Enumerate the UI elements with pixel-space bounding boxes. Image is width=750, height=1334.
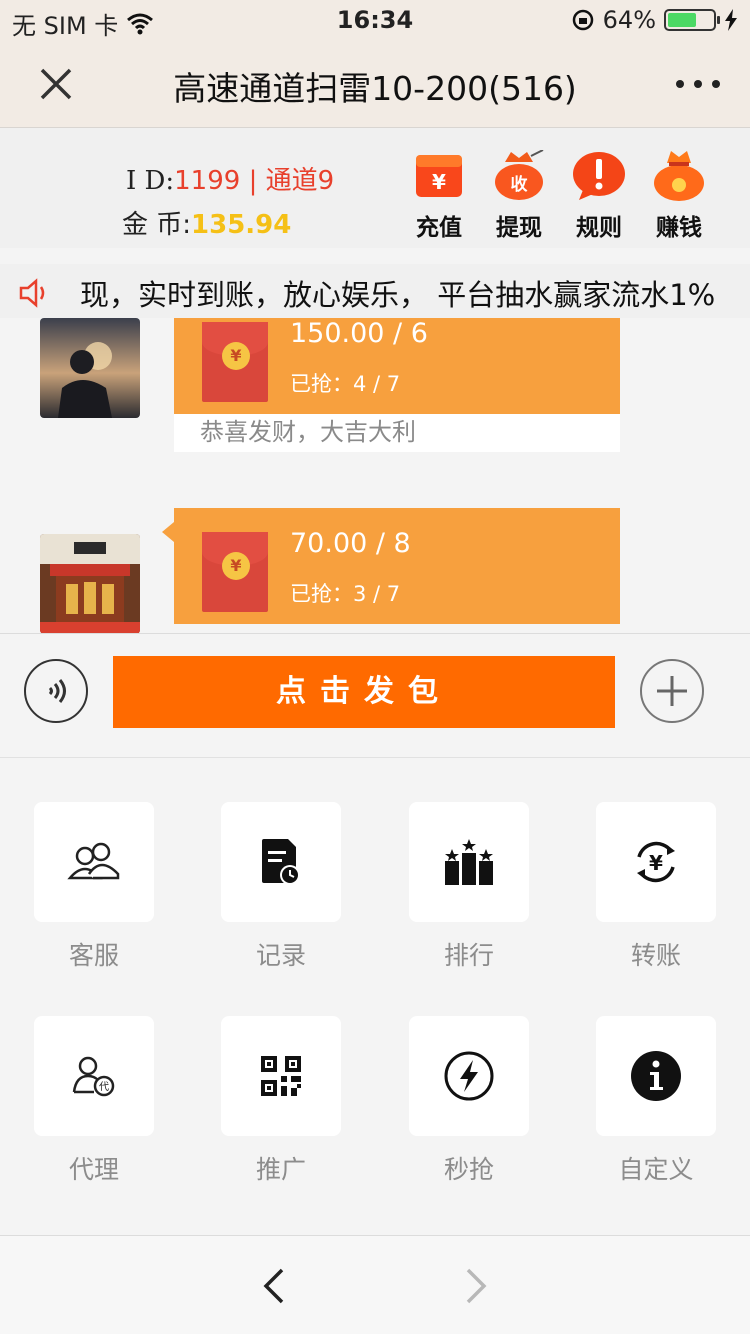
yuan-coin-icon: ¥: [222, 342, 250, 370]
forward-button[interactable]: [456, 1264, 496, 1308]
recharge-label: 充值: [416, 215, 462, 241]
charging-icon: [725, 9, 737, 31]
record-icon: [262, 839, 300, 885]
transfer-icon: ¥: [637, 841, 675, 883]
red-packet-bubble[interactable]: ¥ 150.00 / 6 已抢：4 / 7 恭喜发财，大吉大利: [174, 318, 620, 452]
tile-label: 记录: [255, 941, 306, 970]
earn-label: 赚钱: [656, 215, 702, 241]
flash-icon: [444, 1051, 494, 1101]
plus-icon: [657, 676, 687, 706]
more-dot: [712, 80, 720, 88]
packet-amount: 150.00 / 6: [290, 318, 428, 349]
yuan-coin-icon: ¥: [222, 552, 250, 580]
customer-service-icon: [67, 842, 120, 880]
earn-icon: [651, 148, 707, 204]
svg-text:代: 代: [99, 1081, 109, 1093]
more-button[interactable]: [676, 64, 720, 104]
plus-button[interactable]: [640, 659, 704, 723]
nav-bar: 高速通道扫雷10-200(516): [0, 40, 750, 128]
recharge-icon: ¥: [411, 148, 467, 204]
transfer-button[interactable]: ¥ 转账: [596, 802, 716, 972]
flash-grab-button[interactable]: 秒抢: [409, 1016, 529, 1186]
red-packet-bubble[interactable]: ¥ 70.00 / 8 已抢：3 / 7: [162, 508, 620, 624]
account-header: I D:1199 | 通道9 金 币:135.94 ¥ 充值 收 提现 规则 赚…: [0, 128, 750, 248]
packet-grabbed: 已抢：4 / 7: [290, 372, 401, 396]
agent-button[interactable]: 代 代理: [34, 1016, 154, 1186]
id-label: I D:: [126, 166, 175, 196]
withdraw-icon: 收: [491, 148, 547, 204]
tile-box: [221, 1016, 341, 1136]
record-button[interactable]: 记录: [221, 802, 341, 972]
promote-button[interactable]: 推广: [221, 1016, 341, 1186]
battery-percent: 64%: [602, 6, 656, 34]
chat-area[interactable]: ¥ 150.00 / 6 已抢：4 / 7 恭喜发财，大吉大利 ¥ 70.00 …: [0, 318, 750, 634]
red-envelope-icon: ¥: [202, 532, 268, 612]
info-icon: [631, 1051, 681, 1101]
notice-text: 现，实时到账，放心娱乐， 平台抽水赢家流水1%: [80, 278, 716, 312]
qr-code-icon: [261, 1056, 301, 1096]
avatar[interactable]: [40, 534, 140, 633]
notice-bar: 现，实时到账，放心娱乐， 平台抽水赢家流水1%: [0, 264, 750, 318]
tile-box: [34, 802, 154, 922]
avatar[interactable]: [40, 318, 140, 418]
packet-wish: 恭喜发财，大吉大利: [174, 414, 620, 452]
tile-label: 排行: [443, 941, 494, 970]
recharge-button[interactable]: ¥ 充值: [410, 148, 468, 242]
voice-button[interactable]: [24, 659, 88, 723]
more-dot: [694, 80, 702, 88]
battery-icon: [664, 9, 720, 31]
tile-box: ¥: [596, 802, 716, 922]
account-actions: ¥ 充值 收 提现 规则 赚钱: [410, 148, 708, 242]
svg-text:收: 收: [511, 174, 528, 195]
status-bar: 无 SIM 卡 16:34 64%: [0, 0, 750, 40]
tile-box: [409, 1016, 529, 1136]
ranking-icon: [445, 839, 493, 885]
tile-label: 秒抢: [443, 1155, 494, 1184]
back-button[interactable]: [254, 1264, 294, 1308]
withdraw-button[interactable]: 收 提现: [490, 148, 548, 242]
packet-amount: 70.00 / 8: [290, 528, 411, 559]
account-id: I D:1199 | 通道9: [126, 160, 334, 197]
input-bar: 点击发包: [0, 634, 750, 758]
coin-label: 金 币:: [122, 210, 192, 240]
red-packet-card: ¥ 70.00 / 8 已抢：3 / 7: [162, 508, 620, 624]
svg-text:¥: ¥: [649, 851, 663, 875]
page-title: 高速通道扫雷10-200(516): [173, 69, 577, 108]
withdraw-label: 提现: [496, 215, 542, 241]
tile-box: [409, 802, 529, 922]
speaker-icon: [19, 278, 45, 308]
earn-button[interactable]: 赚钱: [650, 148, 708, 242]
coin-value: 135.94: [191, 210, 292, 240]
voice-icon: [48, 679, 66, 703]
tile-box: [221, 802, 341, 922]
tile-label: 代理: [68, 1155, 119, 1184]
more-dot: [676, 80, 684, 88]
svg-text:¥: ¥: [432, 170, 446, 194]
rules-icon: [571, 148, 627, 204]
ranking-button[interactable]: 排行: [409, 802, 529, 972]
account-coin: 金 币:135.94: [122, 204, 291, 241]
send-packet-button[interactable]: 点击发包: [113, 656, 615, 728]
id-value: 1199 | 通道9: [174, 166, 335, 196]
custom-button[interactable]: 自定义: [596, 1016, 716, 1186]
rules-label: 规则: [576, 215, 622, 241]
customer-service-button[interactable]: 客服: [34, 802, 154, 972]
tile-box: [596, 1016, 716, 1136]
status-right: 64%: [571, 6, 738, 34]
packet-grabbed: 已抢：3 / 7: [290, 582, 401, 606]
tile-label: 客服: [68, 941, 119, 970]
tile-label: 推广: [255, 1155, 306, 1184]
tile-box: 代: [34, 1016, 154, 1136]
red-packet-card: ¥ 150.00 / 6 已抢：4 / 7: [174, 318, 620, 414]
tile-label: 转账: [630, 941, 681, 970]
function-grid: 客服 记录 排行 ¥ 转账 代 代理 推广 秒抢 自定义: [0, 758, 750, 1235]
bottom-nav: [0, 1235, 750, 1334]
rotation-lock-icon: [572, 9, 593, 31]
agent-icon: 代: [72, 1056, 115, 1097]
red-envelope-icon: ¥: [202, 322, 268, 402]
rules-button[interactable]: 规则: [570, 148, 628, 242]
tile-label: 自定义: [618, 1155, 694, 1184]
